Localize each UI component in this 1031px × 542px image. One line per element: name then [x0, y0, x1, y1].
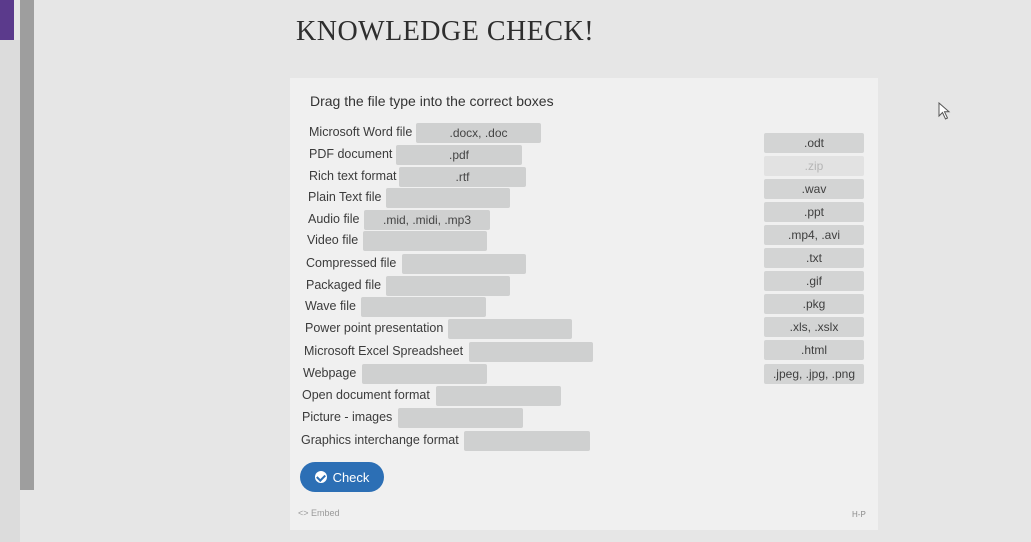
left-divider [20, 0, 34, 490]
row-label: Rich text format [309, 169, 397, 183]
row-label: Webpage [303, 366, 357, 380]
chip-pkg[interactable]: .pkg [764, 294, 864, 314]
chip-txt[interactable]: .txt [764, 248, 864, 268]
chip-ppt[interactable]: .ppt [764, 202, 864, 222]
drop-zone-excel[interactable] [469, 342, 593, 362]
drop-zone-video[interactable] [363, 231, 487, 251]
row-label: Compressed file [306, 256, 397, 270]
row-label: Plain Text file [308, 190, 382, 204]
chip-gif[interactable]: .gif [764, 271, 864, 291]
check-circle-icon [314, 471, 327, 483]
chip-jpeg-jpg-png[interactable]: .jpeg, .jpg, .png [764, 364, 864, 384]
row-label: Packaged file [306, 278, 382, 292]
drop-zone-picture[interactable] [398, 408, 523, 428]
row-label: Power point presentation [305, 321, 444, 335]
row-label: Audio file [308, 212, 360, 226]
check-button[interactable]: Check [300, 462, 384, 492]
accent-bar [0, 0, 14, 40]
drop-zone-pdf[interactable]: .pdf [396, 145, 522, 165]
instruction-text: Drag the file type into the correct boxe… [310, 93, 554, 109]
check-button-label: Check [332, 469, 370, 485]
drop-zone-plain-text[interactable] [386, 188, 510, 208]
drop-zone-webpage[interactable] [362, 364, 487, 384]
footer-mark: H-P [852, 510, 866, 519]
chip-xls-xslx[interactable]: .xls, .xslx [764, 317, 864, 337]
row-label: PDF document [309, 147, 393, 161]
row-label: Open document format [302, 388, 430, 402]
left-gutter [0, 40, 20, 542]
row-label: Video file [307, 233, 359, 247]
drop-zone-wave[interactable] [361, 297, 486, 317]
row-label: Microsoft Excel Spreadsheet [304, 344, 464, 358]
embed-link[interactable]: <> Embed [298, 508, 340, 518]
chip-zip[interactable]: .zip [764, 156, 864, 176]
drop-zone-packaged[interactable] [386, 276, 510, 296]
page-title: KNOWLEDGE CHECK! [296, 16, 595, 47]
row-label: Picture - images [302, 410, 393, 424]
drop-zone-word[interactable]: .docx, .doc [416, 123, 541, 143]
drop-zone-powerpoint[interactable] [448, 319, 572, 339]
drop-zone-rtf[interactable]: .rtf [399, 167, 526, 187]
row-label: Wave file [305, 299, 356, 313]
drop-zone-open-document[interactable] [436, 386, 561, 406]
drop-zone-compressed[interactable] [402, 254, 526, 274]
chip-odt[interactable]: .odt [764, 133, 864, 153]
drop-zone-audio[interactable]: .mid, .midi, .mp3 [364, 210, 490, 230]
chip-wav[interactable]: .wav [764, 179, 864, 199]
chip-html[interactable]: .html [764, 340, 864, 360]
drop-zone-gif[interactable] [464, 431, 590, 451]
mouse-cursor-icon [938, 102, 951, 120]
chip-mp4-avi[interactable]: .mp4, .avi [764, 225, 864, 245]
row-label: Graphics interchange format [301, 433, 459, 447]
row-label: Microsoft Word file [309, 125, 413, 139]
